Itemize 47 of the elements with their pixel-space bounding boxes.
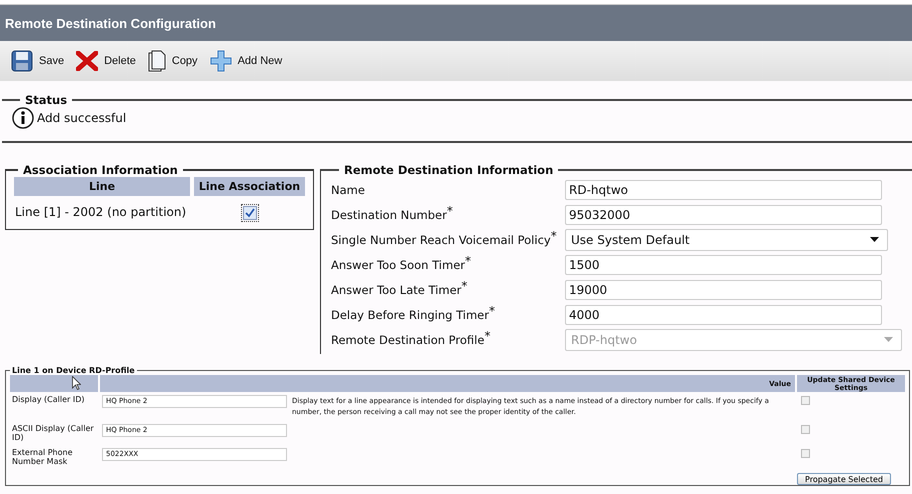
checkbox[interactable]: [242, 206, 256, 220]
add-button[interactable]: Add New: [206, 48, 286, 74]
section-legend: Status: [20, 93, 72, 107]
input-field[interactable]: 19000: [565, 280, 882, 300]
save-button[interactable]: Save: [8, 48, 68, 74]
field-label: Remote Destination Profile: [331, 332, 484, 346]
input-field[interactable]: RD-hqtwo: [565, 180, 882, 200]
delete-icon: [76, 51, 98, 71]
required-mark: *: [484, 328, 490, 342]
required-mark: *: [488, 304, 495, 318]
checkbox[interactable]: [801, 425, 810, 434]
field-label: Name: [331, 182, 365, 196]
section-legend: Remote Destination Information: [339, 163, 558, 177]
input-field[interactable]: 95032000: [565, 204, 882, 224]
dropdown[interactable]: Use System Default: [565, 228, 888, 250]
section-legend: Association Information: [18, 163, 183, 177]
input-field[interactable]: 1500: [565, 254, 882, 274]
column-header: Line Association: [194, 177, 305, 196]
field-label: ASCII Display (Caller ID): [11, 423, 95, 444]
field-label: External Phone Number Mask: [11, 447, 74, 468]
checkbox[interactable]: [801, 449, 810, 458]
input-field[interactable]: 4000: [565, 304, 882, 324]
checkbox[interactable]: [801, 396, 810, 406]
table-cell-text: Line [1] - 2002 (no partition): [14, 204, 188, 220]
column-header: Line: [14, 177, 190, 196]
required-mark: *: [550, 228, 557, 242]
field-label: Delay Before Ringing Timer: [331, 308, 489, 322]
info-icon: [12, 107, 34, 129]
delete-button[interactable]: Delete: [73, 49, 139, 73]
caret-icon: [884, 337, 893, 342]
required-mark: *: [461, 278, 468, 292]
cursor-icon: [72, 376, 81, 390]
required-mark: *: [446, 204, 453, 218]
plus-icon: [210, 50, 232, 72]
field-label: Answer Too Late Timer: [331, 282, 462, 296]
field-label: Destination Number: [331, 208, 447, 222]
field-label: Single Number Reach Voicemail Policy: [331, 232, 551, 246]
propagate-button[interactable]: Propagate Selected: [797, 473, 891, 485]
caret-icon: [870, 237, 879, 242]
required-mark: *: [465, 254, 471, 268]
field-label: Display (Caller ID): [11, 394, 86, 406]
page-title: Remote Destination Configuration: [5, 16, 216, 30]
status-message: Add successful: [37, 111, 126, 125]
copy-button[interactable]: Copy: [144, 48, 201, 74]
section-legend: Line 1 on Device RD-Profile: [10, 366, 137, 375]
document-icon: [148, 50, 166, 72]
field-label: Answer Too Soon Timer: [331, 258, 465, 272]
